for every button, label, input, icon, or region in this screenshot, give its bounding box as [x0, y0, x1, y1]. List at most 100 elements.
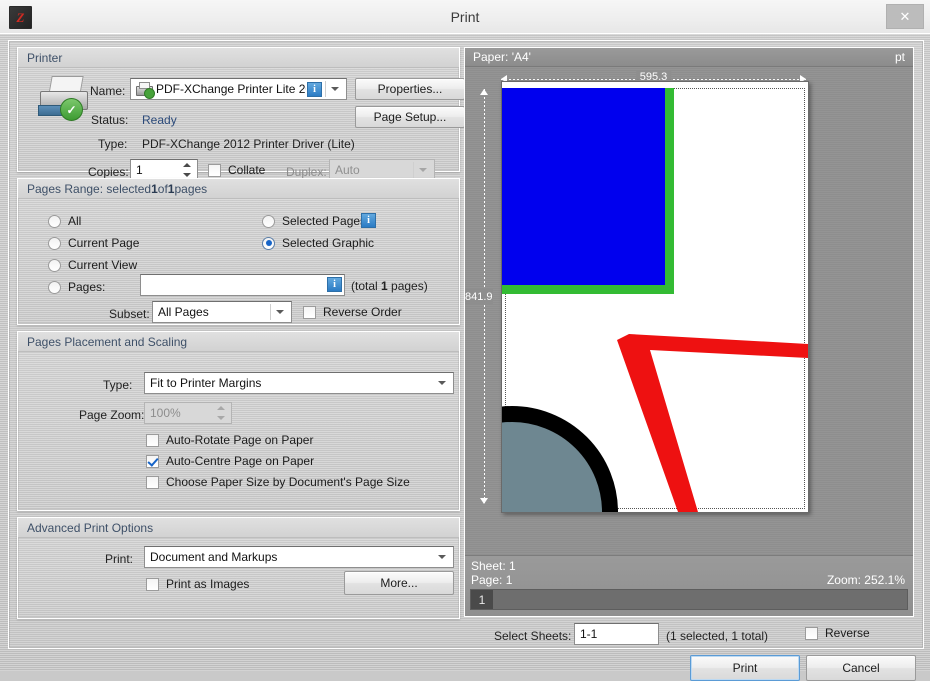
reverse-order-label: Reverse Order — [323, 305, 402, 319]
pr-title-suffix: pages — [174, 181, 208, 196]
properties-button[interactable]: Properties... — [355, 78, 465, 100]
printer-group: Printer ✓ Name: PDF-XChange Printer Lite… — [17, 47, 465, 181]
artwork-svg — [502, 88, 808, 512]
radio-all[interactable]: All — [48, 214, 81, 228]
printer-status-label: Status: — [91, 113, 129, 127]
chevron-down-icon — [438, 555, 446, 559]
advanced-print-combo[interactable]: Document and Markups — [144, 546, 454, 568]
ruler-vertical: 841.9 — [465, 89, 493, 504]
total-count: 1 — [381, 279, 388, 293]
selected-pages-info-badge-icon[interactable]: i — [361, 213, 376, 228]
dialog-inner-panel: Printer ✓ Name: PDF-XChange Printer Lite… — [8, 40, 924, 649]
page-setup-button[interactable]: Page Setup... — [355, 106, 465, 128]
radio-selected-pages[interactable]: Selected Pages — [262, 214, 366, 228]
collate-label: Collate — [228, 163, 266, 177]
pages-range-group-title: Pages Range: selected 1 of 1 pages — [18, 179, 459, 199]
auto-rotate-checkbox[interactable]: Auto-Rotate Page on Paper — [146, 433, 313, 447]
sheet-tab-1[interactable]: 1 — [471, 590, 493, 609]
chevron-down-icon — [438, 381, 446, 385]
preview-artwork — [502, 82, 808, 512]
copies-spinner-arrows[interactable] — [183, 163, 192, 177]
preview-header: Paper: 'A4' pt — [465, 48, 913, 67]
close-icon[interactable]: ✕ — [886, 4, 924, 29]
pages-info-badge-icon[interactable]: i — [327, 277, 342, 292]
pr-title-total: 1 — [167, 181, 175, 196]
total-suffix: pages) — [387, 279, 428, 293]
printer-type-label: Type: — [98, 137, 128, 151]
printer-group-title: Printer — [18, 48, 459, 68]
preview-page-sheet — [501, 81, 809, 513]
advanced-group: Advanced Print Options Print: Document a… — [17, 517, 460, 619]
window-title: Print — [450, 8, 480, 25]
printer-status-value: Ready — [142, 113, 177, 127]
subset-combo[interactable]: All Pages — [152, 301, 292, 323]
printer-name-combo[interactable]: PDF-XChange Printer Lite 20 i — [130, 78, 347, 100]
auto-rotate-label: Auto-Rotate Page on Paper — [166, 433, 314, 447]
page-zoom-stepper: 100% — [144, 402, 232, 424]
total-prefix: (total — [351, 279, 382, 293]
page-zoom-label: Page Zoom: — [79, 408, 145, 422]
reverse-order-checkbox[interactable]: Reverse Order — [303, 305, 402, 319]
collate-checkbox[interactable]: Collate — [208, 163, 265, 177]
printer-type-value: PDF-XChange 2012 Printer Driver (Lite) — [142, 137, 355, 151]
placement-group-title: Pages Placement and Scaling — [18, 332, 459, 352]
select-sheets-row: Select Sheets: 1-1 (1 selected, 1 total)… — [464, 623, 914, 649]
choose-paper-size-label: Choose Paper Size by Document's Page Siz… — [166, 475, 410, 489]
radio-pages[interactable]: Pages: — [48, 280, 105, 294]
chevron-down-icon — [331, 87, 339, 91]
paper-height-value: 841.9 — [465, 288, 493, 305]
pages-range-group: Pages Range: selected 1 of 1 pages All C… — [17, 178, 460, 325]
placement-type-label: Type: — [103, 378, 133, 392]
reverse-checkbox[interactable]: Reverse — [805, 626, 870, 640]
pages-total-text: (total 1 pages) — [351, 279, 428, 293]
subset-value: All Pages — [158, 305, 209, 319]
preview-units-label: pt — [894, 50, 905, 64]
radio-selected-graphic[interactable]: Selected Graphic — [262, 236, 374, 250]
sheet-tab-strip: 1 — [470, 589, 908, 610]
select-sheets-value: 1-1 — [580, 627, 598, 641]
dialog-body: Printer ✓ Name: PDF-XChange Printer Lite… — [0, 33, 930, 681]
auto-centre-checkbox[interactable]: Auto-Centre Page on Paper — [146, 454, 314, 468]
cancel-button[interactable]: Cancel — [806, 655, 916, 681]
advanced-print-value: Document and Markups — [150, 550, 278, 564]
print-button[interactable]: Print — [690, 655, 800, 681]
title-bar: Z Print ✕ — [0, 0, 930, 34]
print-as-images-checkbox[interactable]: Print as Images — [146, 577, 249, 591]
duplex-value: Auto — [335, 163, 360, 177]
placement-type-value: Fit to Printer Margins — [150, 376, 262, 390]
reverse-label: Reverse — [825, 626, 870, 640]
advanced-print-label: Print: — [105, 552, 134, 566]
radio-current-view[interactable]: Current View — [48, 258, 137, 272]
chevron-down-icon — [276, 310, 284, 314]
copies-value: 1 — [136, 163, 143, 177]
pages-input[interactable]: i — [140, 274, 345, 296]
radio-current-view-label: Current View — [68, 258, 138, 272]
select-sheets-input[interactable]: 1-1 — [574, 623, 659, 645]
advanced-group-title: Advanced Print Options — [18, 518, 459, 538]
print-dialog-window: Z Print ✕ Printer ✓ Name: PDF-XChange Pr… — [0, 0, 930, 681]
radio-all-label: All — [68, 214, 82, 228]
printer-name-value: PDF-XChange Printer Lite 20 — [156, 82, 306, 96]
radio-pages-label: Pages: — [68, 280, 106, 294]
printer-icon: ✓ — [36, 76, 92, 122]
print-preview-panel: Paper: 'A4' pt 595.3 841.9 Sheet: 1 Page… — [464, 47, 914, 617]
radio-current-page[interactable]: Current Page — [48, 236, 139, 250]
printer-name-label: Name: — [90, 84, 126, 98]
choose-paper-size-checkbox[interactable]: Choose Paper Size by Document's Page Siz… — [146, 475, 410, 489]
printer-info-badge-icon[interactable]: i — [307, 82, 322, 97]
radio-selected-pages-label: Selected Pages — [282, 214, 367, 228]
printer-small-icon — [136, 82, 155, 99]
pr-title-selected: 1 — [151, 181, 158, 196]
copies-label: Copies: — [88, 165, 129, 179]
page-zoom-spinner-arrows — [217, 406, 226, 420]
preview-canvas[interactable]: 595.3 841.9 — [465, 67, 913, 556]
placement-type-combo[interactable]: Fit to Printer Margins — [144, 372, 454, 394]
duplex-label: Duplex: — [286, 165, 327, 179]
pr-title-prefix: Pages Range: selected — [27, 181, 152, 196]
more-button[interactable]: More... — [344, 571, 454, 595]
placement-group: Pages Placement and Scaling Type: Fit to… — [17, 331, 460, 511]
radio-selected-graphic-label: Selected Graphic — [282, 236, 375, 250]
print-as-images-label: Print as Images — [166, 577, 250, 591]
chevron-down-icon — [419, 168, 427, 172]
preview-paper-label: Paper: 'A4' — [473, 50, 531, 64]
